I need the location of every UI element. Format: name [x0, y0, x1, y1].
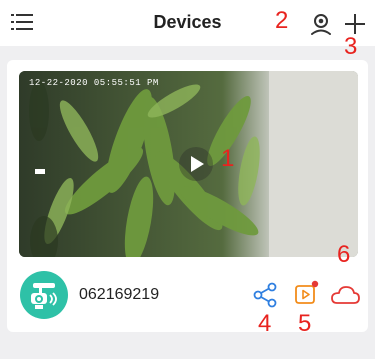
play-button[interactable]	[179, 147, 213, 181]
annotation-2: 2	[275, 7, 289, 34]
annotation-1: 1	[221, 145, 235, 172]
camera-icon	[31, 283, 57, 309]
annotation-4: 4	[258, 310, 272, 337]
video-timestamp: 12-22-2020 05:55:51 PM	[29, 78, 159, 88]
account-icon[interactable]	[308, 11, 334, 37]
camera-preview[interactable]: 12-22-2020 05:55:51 PM 1	[19, 71, 358, 257]
device-id-label: 062169219	[79, 286, 160, 303]
cloud-icon[interactable]	[329, 284, 361, 306]
device-avatar[interactable]	[20, 271, 68, 319]
share-icon[interactable]	[252, 282, 278, 308]
annotation-5: 5	[298, 310, 312, 337]
top-bar: Devices 2	[0, 0, 375, 46]
annotation-3: 3	[344, 33, 358, 60]
playback-icon[interactable]	[291, 280, 319, 308]
add-device-icon[interactable]	[344, 13, 366, 35]
play-icon	[191, 156, 204, 172]
device-card: 12-22-2020 05:55:51 PM 1 6 062169219 4 5	[7, 60, 368, 336]
annotation-6: 6	[337, 241, 351, 268]
